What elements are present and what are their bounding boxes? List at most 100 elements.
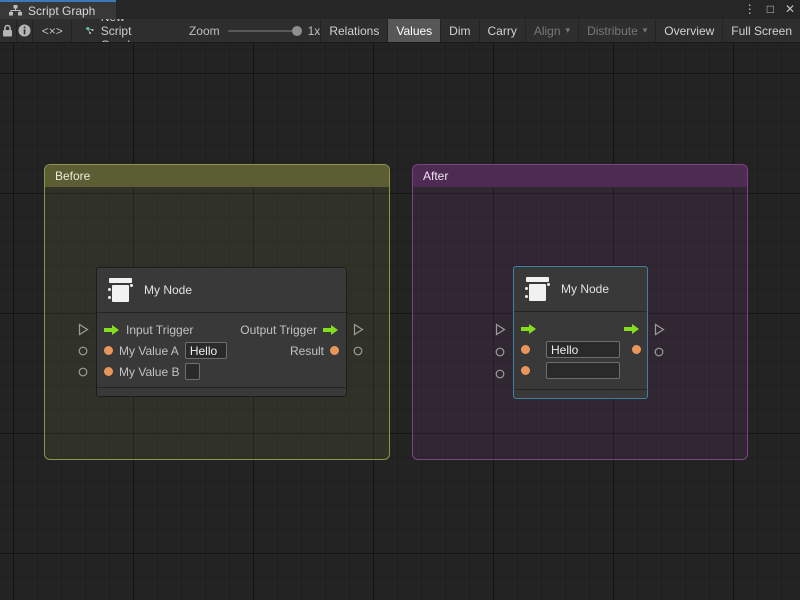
value-in-port-icon[interactable] (104, 346, 113, 355)
tab-script-graph[interactable]: Script Graph (0, 0, 116, 19)
node-after-ext-outputs (654, 266, 666, 399)
node-row-value-b: My Value B (97, 361, 346, 382)
value-port-outline-icon[interactable] (78, 346, 88, 356)
trigger-out-port-icon[interactable] (624, 323, 640, 335)
carry-label: Carry (488, 24, 517, 38)
trigger-port-outline-icon[interactable] (495, 323, 506, 336)
graph-hierarchy-icon (9, 5, 22, 16)
value-b-label: My Value B (119, 365, 179, 379)
menu-icon[interactable]: ⋮ (744, 0, 756, 19)
script-graph-asset-icon (86, 24, 94, 37)
info-button[interactable] (17, 19, 34, 42)
value-a-input[interactable] (185, 342, 227, 359)
node-before-wrap: My Node Input Trigger Output Trigger My … (96, 267, 347, 397)
value-in-port-icon[interactable] (104, 367, 113, 376)
trigger-out-port-icon[interactable] (323, 324, 339, 336)
node-after-footer (514, 389, 647, 398)
graph-canvas[interactable]: Before After My (0, 43, 800, 600)
values-button[interactable]: Values (387, 19, 440, 42)
output-trigger-label: Output Trigger (240, 323, 317, 337)
node-row-value-a: My Value A Result (97, 340, 346, 361)
values-label: Values (396, 24, 432, 38)
overview-button[interactable]: Overview (655, 19, 722, 42)
node-after-wrap: My Node (513, 266, 648, 399)
chevron-down-icon: ▾ (566, 25, 571, 36)
node-before[interactable]: My Node Input Trigger Output Trigger My … (96, 267, 347, 397)
code-view-toggle-button[interactable]: <×> (33, 19, 72, 42)
zoom-value: 1x (308, 24, 321, 38)
fullscreen-button[interactable]: Full Screen (722, 19, 800, 42)
close-icon[interactable]: ✕ (785, 0, 795, 19)
lock-button[interactable] (0, 19, 17, 42)
unit-node-icon (522, 274, 552, 304)
fullscreen-label: Full Screen (731, 24, 792, 38)
node-row-trigger (514, 318, 647, 339)
zoom-slider-handle[interactable] (292, 26, 302, 36)
script-graph-window: Script Graph ⋮ □ ✕ <×> (0, 0, 800, 600)
node-before-ext-outputs (353, 267, 365, 397)
chevron-down-icon: ▾ (643, 25, 648, 36)
value-a-input[interactable] (546, 341, 620, 358)
value-out-port-icon[interactable] (632, 345, 641, 354)
zoom-slider-track[interactable] (228, 30, 300, 32)
zoom-control: Zoom 1x (189, 19, 320, 42)
result-label: Result (290, 344, 324, 358)
node-row-value-b (514, 360, 647, 381)
info-icon (18, 24, 31, 37)
value-port-outline-icon[interactable] (495, 369, 505, 379)
relations-label: Relations (329, 24, 379, 38)
node-before-ext-inputs (78, 267, 90, 397)
dim-button[interactable]: Dim (440, 19, 478, 42)
value-b-input[interactable] (546, 362, 620, 379)
node-row-value-a (514, 339, 647, 360)
carry-button[interactable]: Carry (479, 19, 525, 42)
zoom-label: Zoom (189, 24, 220, 38)
group-before-header[interactable]: Before (45, 165, 389, 187)
graph-name-area: New Script Graph (72, 19, 162, 42)
toolbar-buttons: Relations Values Dim Carry Align ▾ Distri… (320, 19, 800, 42)
node-before-header[interactable]: My Node (97, 268, 346, 313)
node-before-footer (97, 387, 346, 396)
align-label: Align (534, 24, 561, 38)
trigger-in-port-icon[interactable] (521, 323, 537, 335)
input-trigger-label: Input Trigger (126, 323, 193, 337)
dim-label: Dim (449, 24, 470, 38)
group-before-title: Before (55, 169, 90, 183)
lock-icon (2, 24, 13, 37)
graph-name-label: New Script Graph (101, 19, 153, 43)
trigger-in-port-icon[interactable] (104, 324, 120, 336)
maximize-icon[interactable]: □ (767, 0, 774, 19)
node-after-ext-inputs (495, 266, 507, 399)
relations-button[interactable]: Relations (320, 19, 387, 42)
align-dropdown-button[interactable]: Align ▾ (525, 19, 578, 42)
value-out-port-icon[interactable] (330, 346, 339, 355)
group-after-header[interactable]: After (413, 165, 747, 187)
value-b-input[interactable] (185, 363, 200, 380)
trigger-port-outline-icon[interactable] (353, 323, 364, 336)
distribute-dropdown-button[interactable]: Distribute ▾ (578, 19, 655, 42)
value-a-label: My Value A (119, 344, 179, 358)
unit-node-icon (105, 275, 135, 305)
group-after-title: After (423, 169, 448, 183)
trigger-port-outline-icon[interactable] (78, 323, 89, 336)
tab-title: Script Graph (28, 4, 95, 18)
value-in-port-icon[interactable] (521, 366, 530, 375)
graph-toolbar: <×> New Script Graph Zoom 1x Relations V… (0, 19, 800, 43)
trigger-port-outline-icon[interactable] (654, 323, 665, 336)
value-port-outline-icon[interactable] (495, 347, 505, 357)
distribute-label: Distribute (587, 24, 638, 38)
window-controls: ⋮ □ ✕ (744, 0, 795, 19)
node-after[interactable]: My Node (513, 266, 648, 399)
node-row-trigger: Input Trigger Output Trigger (97, 319, 346, 340)
tab-strip: Script Graph ⋮ □ ✕ (0, 0, 800, 19)
code-view-icon: <×> (42, 24, 63, 38)
value-port-outline-icon[interactable] (654, 347, 664, 357)
node-after-body (514, 312, 647, 381)
overview-label: Overview (664, 24, 714, 38)
value-port-outline-icon[interactable] (353, 346, 363, 356)
node-before-title: My Node (144, 283, 192, 297)
node-after-header[interactable]: My Node (514, 267, 647, 312)
value-in-port-icon[interactable] (521, 345, 530, 354)
value-port-outline-icon[interactable] (78, 367, 88, 377)
node-before-body: Input Trigger Output Trigger My Value A … (97, 313, 346, 382)
